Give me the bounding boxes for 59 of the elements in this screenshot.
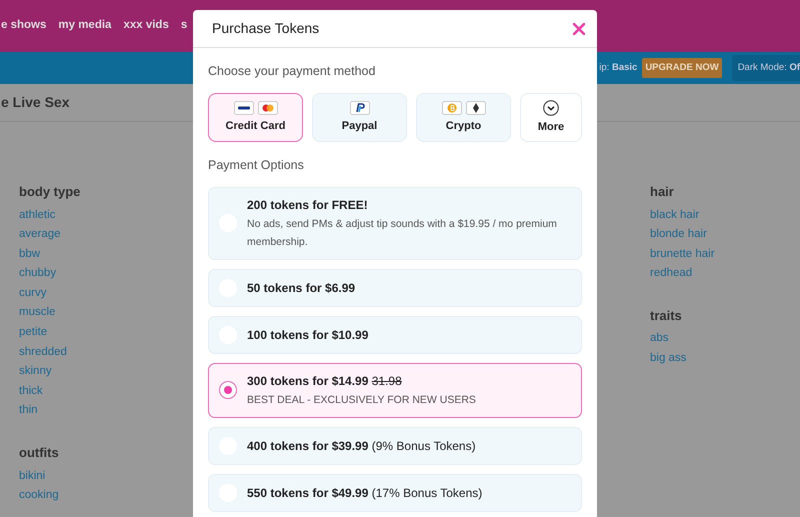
category-link[interactable]: skinny: [19, 362, 80, 382]
dark-mode-toggle[interactable]: Dark Mode: Of: [732, 54, 800, 82]
option-title: 50 tokens for $6.99: [247, 280, 356, 296]
chevron-down-icon: [543, 100, 559, 116]
token-option[interactable]: 50 tokens for $6.99: [208, 268, 582, 306]
category-link[interactable]: bikini: [19, 466, 80, 486]
category-link[interactable]: brunette hair: [650, 244, 800, 264]
category-heading: traits: [650, 306, 683, 325]
option-title: 400 tokens for $39.99 (9% Bonus Tokens): [247, 438, 476, 454]
category-heading: outfits: [19, 444, 60, 462]
category-link[interactable]: petite: [19, 323, 80, 343]
category-link[interactable]: cooking: [19, 486, 80, 506]
category-heading: body type: [19, 183, 80, 201]
payment-method-button[interactable]: Credit Card: [208, 92, 303, 142]
category-link[interactable]: big ass: [650, 348, 800, 369]
category-link[interactable]: thick: [19, 382, 80, 402]
category-heading: hair: [650, 183, 675, 201]
category-link[interactable]: bbw: [19, 244, 80, 264]
radio-button[interactable]: [219, 381, 237, 399]
close-icon[interactable]: [573, 22, 585, 34]
token-option[interactable]: 200 tokens for FREE! No ads, send PMs & adjust tip sounds with a $19.95 / mo premium membership.: [208, 186, 582, 260]
category-link[interactable]: athletic: [19, 206, 80, 226]
option-note: BEST DEAL - EXCLUSIVELY FOR NEW USERS: [247, 392, 476, 408]
nav-link[interactable]: my media: [58, 17, 112, 35]
nav-link[interactable]: xxx vids: [123, 17, 169, 35]
coin-icon: [442, 100, 462, 114]
category-link[interactable]: redhead: [650, 264, 800, 284]
option-title: 100 tokens for $10.99: [247, 326, 368, 344]
payment-method-button[interactable]: More: [520, 92, 582, 142]
category-link[interactable]: chubby: [19, 264, 80, 284]
payment-method-button[interactable]: Paypal: [312, 92, 407, 142]
page-title: e Live Sex: [1, 93, 70, 112]
payment-method-button[interactable]: Crypto: [416, 92, 511, 142]
category-link[interactable]: blonde hair: [650, 225, 800, 245]
token-option[interactable]: 100 tokens for $10.99: [208, 316, 582, 354]
nav-link[interactable]: e shows: [1, 17, 46, 35]
upgrade-button[interactable]: UPGRADE NOW: [642, 58, 722, 78]
section-heading: Choose your payment method: [208, 63, 376, 80]
category-link[interactable]: curvy: [19, 284, 80, 304]
modal-title: Purchase Tokens: [212, 20, 320, 37]
category-link[interactable]: average: [19, 225, 80, 245]
two-circles-icon: [258, 100, 278, 114]
token-option[interactable]: 300 tokens for $14.99 31.98 BEST DEAL - EXCLUSIVELY FOR NEW USERS: [208, 362, 582, 418]
paypal-icon: [350, 100, 370, 114]
token-option[interactable]: 400 tokens for $39.99 (9% Bonus Tokens): [208, 426, 582, 464]
option-title: 550 tokens for $49.99 (17% Bonus Tokens): [247, 484, 482, 502]
category-link[interactable]: thin: [19, 401, 80, 422]
section-heading: Payment Options: [208, 156, 305, 174]
category-link[interactable]: abs: [650, 329, 800, 349]
membership-label: ip: Basic: [599, 60, 638, 75]
card-icon: [234, 100, 254, 114]
nav-link[interactable]: s: [180, 17, 188, 35]
category-link[interactable]: muscle: [19, 303, 80, 324]
option-note: No ads, send PMs & adjust tip sounds with a $19.95 / mo premium membership.: [247, 216, 558, 250]
option-title: 200 tokens for FREE!: [247, 196, 369, 214]
category-link[interactable]: shredded: [19, 342, 80, 362]
category-link[interactable]: black hair: [650, 206, 800, 226]
token-option[interactable]: 550 tokens for $49.99 (17% Bonus Tokens): [208, 474, 582, 512]
option-title: 300 tokens for $14.99 31.98: [247, 372, 403, 390]
